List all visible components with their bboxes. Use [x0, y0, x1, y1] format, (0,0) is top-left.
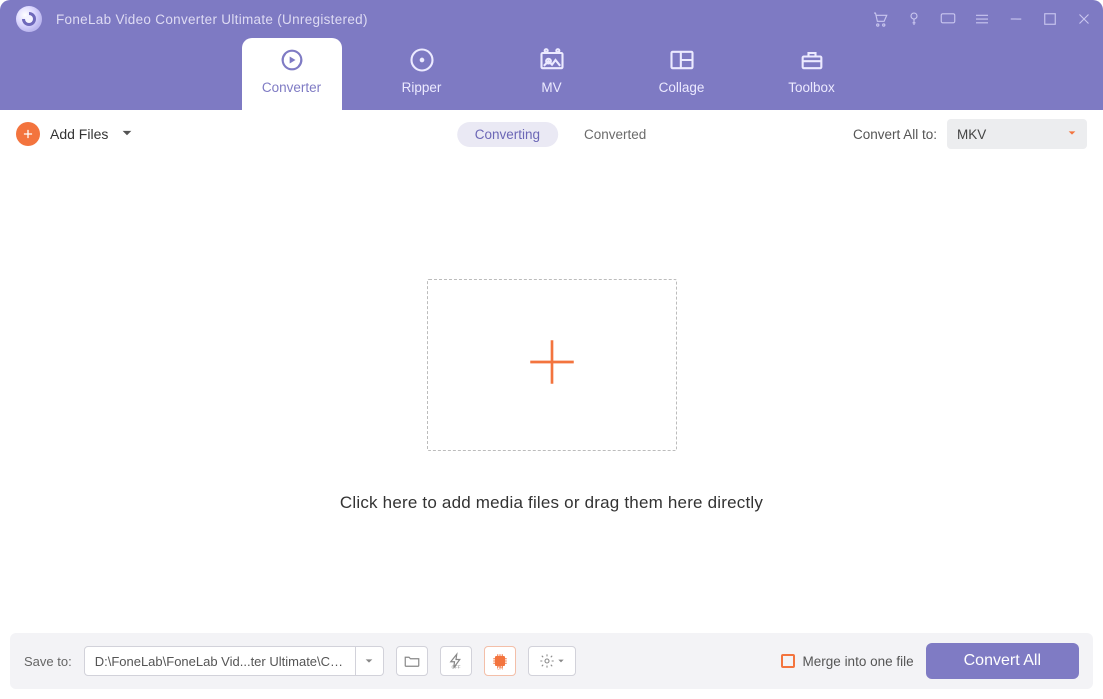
- content-area: Add Files Converting Converted Convert A…: [0, 110, 1103, 699]
- tab-ripper[interactable]: Ripper: [372, 38, 472, 110]
- speech-icon[interactable]: [939, 10, 957, 28]
- tab-converted[interactable]: Converted: [584, 127, 646, 142]
- chevron-down-icon: [1067, 125, 1077, 143]
- save-path-field: D:\FoneLab\FoneLab Vid...ter Ultimate\Co…: [84, 646, 384, 676]
- close-icon[interactable]: [1075, 10, 1093, 28]
- merge-checkbox[interactable]: Merge into one file: [781, 654, 914, 669]
- nav-tabs: Converter Ripper MV Collage Toolbox: [0, 38, 1103, 110]
- merge-label: Merge into one file: [803, 654, 914, 669]
- output-format-dropdown[interactable]: MKV: [947, 119, 1087, 149]
- lightspeed-toggle-off[interactable]: OFF: [440, 646, 472, 676]
- svg-text:ON: ON: [497, 665, 503, 670]
- save-to-label: Save to:: [24, 654, 72, 669]
- tab-mv[interactable]: MV: [502, 38, 602, 110]
- collage-icon: [668, 46, 696, 74]
- converter-icon: [278, 46, 306, 74]
- tab-collage-label: Collage: [659, 80, 705, 95]
- title-actions: [871, 10, 1093, 28]
- add-files-button[interactable]: Add Files: [16, 122, 132, 146]
- toolbar: Add Files Converting Converted Convert A…: [10, 110, 1093, 158]
- task-settings-dropdown[interactable]: [528, 646, 576, 676]
- chevron-down-icon[interactable]: [122, 125, 132, 143]
- convert-all-to-label: Convert All to:: [853, 127, 937, 142]
- plus-icon: [523, 333, 581, 396]
- plus-icon: [16, 122, 40, 146]
- app-logo: [16, 6, 42, 32]
- open-folder-button[interactable]: [396, 646, 428, 676]
- tab-toolbox[interactable]: Toolbox: [762, 38, 862, 110]
- app-window: FoneLab Video Converter Ultimate (Unregi…: [0, 0, 1103, 699]
- dropzone[interactable]: [427, 279, 677, 451]
- tab-mv-label: MV: [541, 80, 561, 95]
- checkbox-icon: [781, 654, 795, 668]
- tab-converter-label: Converter: [262, 80, 321, 95]
- conversion-filter: Converting Converted: [457, 122, 647, 147]
- tab-toolbox-label: Toolbox: [788, 80, 835, 95]
- tab-converting[interactable]: Converting: [457, 122, 558, 147]
- mv-icon: [538, 46, 566, 74]
- convert-all-button[interactable]: Convert All: [926, 643, 1079, 679]
- titlebar: FoneLab Video Converter Ultimate (Unregi…: [0, 0, 1103, 38]
- minimize-icon[interactable]: [1007, 10, 1025, 28]
- menu-icon[interactable]: [973, 10, 991, 28]
- toolbox-icon: [798, 46, 826, 74]
- key-icon[interactable]: [905, 10, 923, 28]
- cart-icon[interactable]: [871, 10, 889, 28]
- dropzone-hint: Click here to add media files or drag th…: [340, 493, 763, 513]
- save-path-dropdown[interactable]: [355, 647, 383, 675]
- svg-text:OFF: OFF: [451, 665, 460, 670]
- add-files-label: Add Files: [50, 126, 108, 142]
- convert-all-to-group: Convert All to: MKV: [853, 119, 1087, 149]
- output-format-value: MKV: [957, 127, 986, 142]
- save-path-value: D:\FoneLab\FoneLab Vid...ter Ultimate\Co…: [85, 654, 355, 669]
- maximize-icon[interactable]: [1041, 10, 1059, 28]
- dropzone-area: Click here to add media files or drag th…: [10, 158, 1093, 633]
- tab-converter[interactable]: Converter: [242, 38, 342, 110]
- gpu-toggle-on[interactable]: ON: [484, 646, 516, 676]
- tab-ripper-label: Ripper: [402, 80, 442, 95]
- bottom-bar: Save to: D:\FoneLab\FoneLab Vid...ter Ul…: [10, 633, 1093, 689]
- tab-collage[interactable]: Collage: [632, 38, 732, 110]
- ripper-icon: [408, 46, 436, 74]
- window-title: FoneLab Video Converter Ultimate (Unregi…: [56, 12, 368, 27]
